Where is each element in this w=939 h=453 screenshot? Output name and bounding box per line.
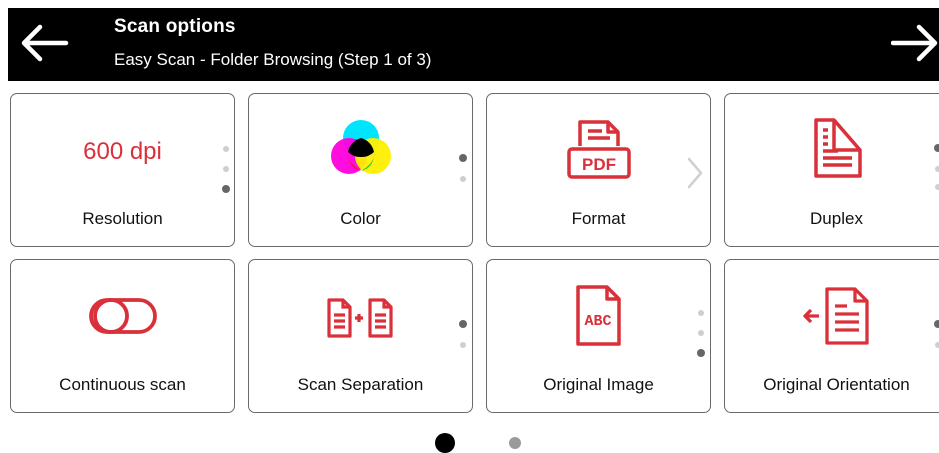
option-indicator [458, 320, 468, 350]
option-indicator [221, 146, 231, 196]
tile-label-color: Color [340, 209, 381, 228]
back-button[interactable] [16, 22, 74, 64]
page-dot-2[interactable] [509, 437, 521, 449]
tile-label-scan-separation: Scan Separation [297, 375, 424, 394]
tile-label-continuous-scan: Continuous scan [59, 375, 186, 394]
tile-color[interactable]: Color [248, 93, 473, 247]
page-dot-1[interactable] [435, 433, 455, 453]
tile-label-resolution: Resolution [82, 209, 163, 228]
page-subtitle: Easy Scan - Folder Browsing (Step 1 of 3… [114, 50, 432, 69]
next-button[interactable] [890, 22, 939, 64]
option-indicator [933, 144, 939, 194]
tile-duplex[interactable]: Duplex [724, 93, 939, 247]
option-indicator [458, 154, 468, 184]
option-indicator [933, 320, 939, 350]
color-circles-icon [330, 120, 391, 174]
tile-original-image[interactable]: ABC Original Image [486, 259, 711, 413]
page-indicator [0, 433, 939, 453]
svg-text:PDF: PDF [582, 155, 616, 174]
arrow-left-icon [21, 24, 69, 62]
pdf-file-icon: PDF [566, 120, 631, 179]
page-title: Scan options [114, 16, 236, 37]
tile-original-orientation[interactable]: Original Orientation [724, 259, 939, 413]
tile-resolution[interactable]: 600 dpi Resolution [10, 93, 235, 247]
abc-document-icon: ABC [575, 285, 621, 346]
resolution-value: 600 dpi [83, 138, 162, 165]
chevron-right-icon [687, 157, 703, 189]
duplex-pages-icon [813, 118, 862, 178]
tile-label-original-image: Original Image [543, 375, 654, 394]
option-indicator [696, 310, 706, 360]
scan-separation-icon [326, 298, 393, 338]
tile-label-original-orientation: Original Orientation [763, 375, 910, 394]
tile-label-duplex: Duplex [810, 209, 863, 228]
orientation-icon [802, 287, 869, 345]
toggle-icon [88, 298, 157, 334]
tile-format[interactable]: PDF Format [486, 93, 711, 247]
header-bar: Scan options Easy Scan - Folder Browsing… [8, 8, 939, 81]
tile-scan-separation[interactable]: Scan Separation [248, 259, 473, 413]
tile-continuous-scan[interactable]: Continuous scan [10, 259, 235, 413]
svg-text:ABC: ABC [584, 313, 611, 330]
tile-label-format: Format [571, 209, 626, 228]
arrow-right-icon [890, 24, 938, 62]
